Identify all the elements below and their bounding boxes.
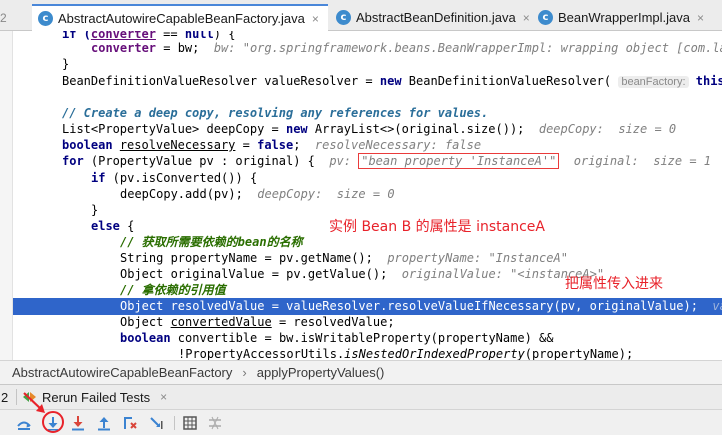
editor-tab-bar: 2 c AbstractAutowireCapableBeanFactory.j… — [0, 0, 722, 31]
drop-frame-icon[interactable] — [120, 413, 140, 433]
close-icon[interactable]: × — [523, 11, 530, 25]
inline-value-hint: propertyName: "InstanceA" — [387, 251, 568, 265]
inline-value-hint: valu — [712, 299, 722, 313]
code-line[interactable]: converter = bw; bw: "org.springframework… — [91, 40, 722, 57]
code-line[interactable]: else { — [91, 218, 134, 235]
close-icon[interactable]: × — [312, 12, 319, 26]
chevron-right-icon: › — [242, 365, 247, 380]
debug-toolbar — [0, 410, 722, 435]
class-c-icon: c — [336, 10, 351, 25]
code-line[interactable]: if (pv.isConverted()) { — [91, 170, 257, 187]
code-editor[interactable]: if (converter == null) { converter = bw;… — [0, 31, 722, 360]
annotation-instance-a: 实例 Bean B 的属性是 instanceA — [329, 219, 545, 235]
inline-value-hint: resolveNecessary: false — [314, 138, 482, 152]
code-line[interactable]: boolean resolveNecessary = false; resolv… — [62, 137, 481, 154]
code-line[interactable]: boolean convertible = bw.isWritablePrope… — [120, 330, 553, 347]
code-line[interactable]: Object convertedValue = resolvedValue; — [120, 314, 395, 331]
class-c-icon: c — [38, 11, 53, 26]
code-line[interactable]: } — [91, 202, 98, 219]
close-icon[interactable]: × — [160, 390, 167, 404]
step-into-icon[interactable] — [68, 413, 88, 433]
run-tab-number[interactable]: 2 — [0, 390, 12, 405]
code-line[interactable]: BeanDefinitionValueResolver valueResolve… — [62, 73, 722, 90]
code-line[interactable]: List<PropertyValue> deepCopy = new Array… — [62, 121, 676, 138]
breadcrumb: AbstractAutowireCapableBeanFactory › app… — [0, 360, 722, 385]
inline-value-hint: deepCopy: size = 0 — [538, 122, 677, 136]
annotation-pass-property: 把属性传入进来 — [565, 276, 663, 292]
evaluate-expression-icon[interactable] — [180, 413, 200, 433]
inline-value-hint: deepCopy: size = 0 — [257, 187, 395, 201]
trace-icon[interactable] — [205, 413, 225, 433]
close-icon[interactable]: × — [697, 11, 704, 25]
run-to-cursor-icon[interactable] — [147, 413, 167, 433]
code-line[interactable]: // Create a deep copy, resolving any ref… — [62, 105, 488, 122]
code-line[interactable]: // 获取所需要依赖的bean的名称 — [120, 234, 303, 251]
step-out-icon[interactable] — [94, 413, 114, 433]
code-line[interactable]: for (PropertyValue pv : original) { pv: … — [62, 153, 711, 170]
code-line[interactable]: Object originalValue = pv.getValue(); or… — [120, 266, 604, 283]
tab-abstract-bean-definition[interactable]: c AbstractBeanDefinition.java × — [330, 4, 530, 31]
run-tab-bar: 2 Rerun Failed Tests × — [0, 385, 722, 410]
divider — [16, 389, 17, 405]
inline-value-hint: bw: "org.springframework.beans.BeanWrapp… — [213, 41, 722, 55]
current-execution-line[interactable]: Object resolvedValue = valueResolver.res… — [13, 298, 722, 315]
tab-label: AbstractBeanDefinition.java — [356, 10, 516, 25]
breadcrumb-class[interactable]: AbstractAutowireCapableBeanFactory — [12, 365, 232, 380]
parameter-hint: beanFactory: — [618, 76, 689, 88]
tab-overflow[interactable]: 2 — [0, 4, 22, 31]
code-line[interactable]: deepCopy.add(pv); deepCopy: size = 0 — [120, 186, 395, 203]
code-line[interactable]: } — [62, 56, 69, 73]
highlighted-value-box: "bean property 'InstanceA'" — [358, 153, 560, 169]
tab-abstract-autowire-capable-bean-factory[interactable]: c AbstractAutowireCapableBeanFactory.jav… — [32, 4, 328, 31]
code-line[interactable]: // 拿依赖的引用值 — [120, 282, 226, 299]
editor-gutter[interactable] — [0, 31, 13, 360]
annotation-circle — [42, 411, 64, 433]
tab-label: BeanWrapperImpl.java — [558, 10, 690, 25]
tab-bean-wrapper-impl[interactable]: c BeanWrapperImpl.java × — [532, 4, 722, 31]
breadcrumb-method[interactable]: applyPropertyValues() — [257, 365, 385, 380]
code-line[interactable]: String propertyName = pv.getName(); prop… — [120, 250, 568, 267]
class-c-icon: c — [538, 10, 553, 25]
toolbar-divider — [174, 416, 175, 430]
tab-label: AbstractAutowireCapableBeanFactory.java — [58, 11, 305, 26]
code-line[interactable]: !PropertyAccessorUtils.isNestedOrIndexed… — [178, 346, 633, 360]
